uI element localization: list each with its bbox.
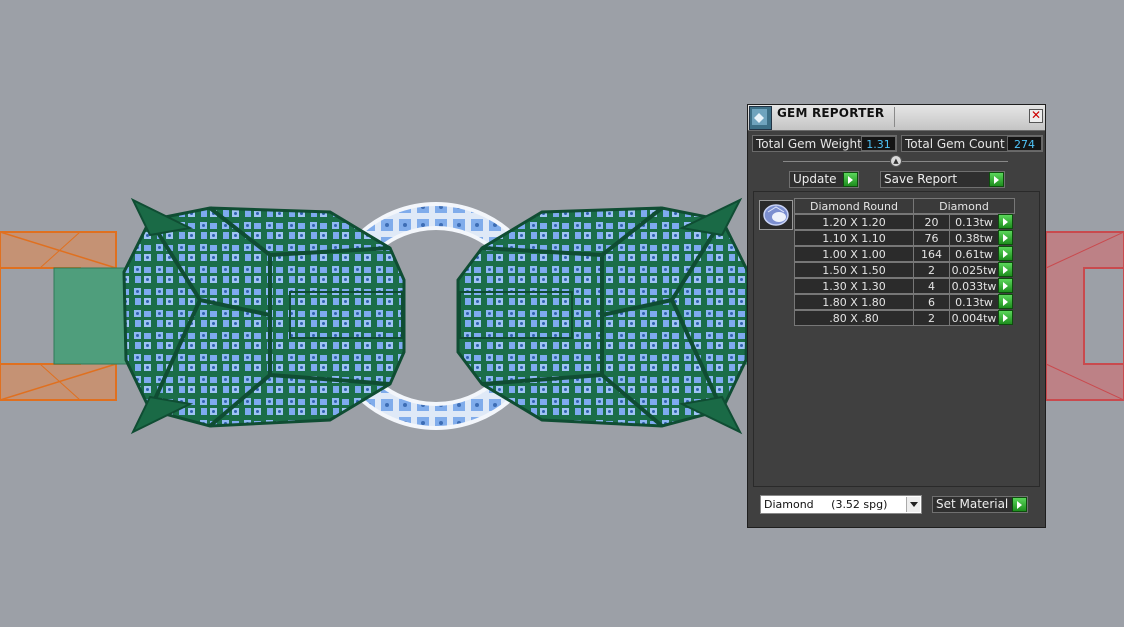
table-row[interactable]: 1.00 X 1.00 164 0.61tw [794, 246, 1015, 262]
green-play-icon [843, 172, 858, 187]
green-play-icon[interactable] [998, 230, 1013, 245]
gem-count-cell: 4 [913, 278, 950, 294]
total-weight-label: Total Gem Weight [756, 137, 862, 151]
table-row[interactable]: 1.80 X 1.80 6 0.13tw [794, 294, 1015, 310]
total-count-label: Total Gem Count [905, 137, 1005, 151]
gem-weight-cell: 0.38tw [949, 230, 999, 246]
title-divider [894, 107, 895, 127]
green-play-icon [989, 172, 1004, 187]
update-label: Update [793, 172, 837, 186]
green-play-icon [1012, 497, 1027, 512]
set-material-label: Set Material [936, 497, 1009, 511]
table-row[interactable]: 1.50 X 1.50 2 0.025tw [794, 262, 1015, 278]
green-play-icon[interactable] [998, 294, 1013, 309]
gem-weight-cell: 0.025tw [949, 262, 999, 278]
gem-count-cell: 20 [913, 214, 950, 230]
gem-weight-cell: 0.61tw [949, 246, 999, 262]
red-chain-link [1045, 231, 1124, 401]
table-row[interactable]: 1.20 X 1.20 20 0.13tw [794, 214, 1015, 230]
gem-size-cell: .80 X .80 [794, 310, 914, 326]
table-header: Diamond Round Diamond [794, 198, 1015, 214]
total-weight-value: 1.31 [861, 136, 896, 151]
green-play-icon[interactable] [998, 246, 1013, 261]
gem-size-cell: 1.00 X 1.00 [794, 246, 914, 262]
green-play-icon[interactable] [998, 214, 1013, 229]
gem-size-cell: 1.10 X 1.10 [794, 230, 914, 246]
gem-count-cell: 76 [913, 230, 950, 246]
gem-count-cell: 164 [913, 246, 950, 262]
gem-size-cell: 1.80 X 1.80 [794, 294, 914, 310]
gem-count-cell: 6 [913, 294, 950, 310]
green-play-icon[interactable] [998, 278, 1013, 293]
column-header-size: Diamond Round [794, 198, 914, 214]
set-material-button[interactable]: Set Material [932, 496, 1028, 513]
total-count-value: 274 [1007, 136, 1042, 151]
update-button[interactable]: Update [789, 171, 859, 188]
gem-weight-cell: 0.13tw [949, 214, 999, 230]
left-turtle-shell [122, 197, 406, 435]
gem-weight-cell: 0.033tw [949, 278, 999, 294]
gem-weight-cell: 0.004tw [949, 310, 999, 326]
gem-size-cell: 1.20 X 1.20 [794, 214, 914, 230]
round-diamond-icon[interactable] [759, 200, 793, 230]
gem-size-cell: 1.30 X 1.30 [794, 278, 914, 294]
material-selected-value: Diamond (3.52 spg) [764, 498, 888, 511]
title-bar[interactable]: GEM REPORTER ✕ [748, 105, 1045, 131]
right-turtle-shell [456, 197, 750, 435]
column-header-material: Diamond [913, 198, 1015, 214]
gem-report-area: Diamond Round Diamond 1.20 X 1.20 20 0.1… [753, 191, 1040, 487]
gem-weight-cell: 0.13tw [949, 294, 999, 310]
save-report-label: Save Report [884, 172, 958, 186]
table-row[interactable]: 1.10 X 1.10 76 0.38tw [794, 230, 1015, 246]
green-play-icon[interactable] [998, 262, 1013, 277]
gem-size-cell: 1.50 X 1.50 [794, 262, 914, 278]
table-row[interactable]: .80 X .80 2 0.004tw [794, 310, 1015, 326]
gem-reporter-icon [749, 106, 772, 130]
gem-count-cell: 2 [913, 310, 950, 326]
splitter-handle[interactable]: ▲ [890, 155, 902, 167]
close-button[interactable]: ✕ [1029, 109, 1043, 123]
window-title: GEM REPORTER [777, 106, 885, 120]
chevron-down-icon[interactable] [906, 497, 920, 512]
gem-count-cell: 2 [913, 262, 950, 278]
table-row[interactable]: 1.30 X 1.30 4 0.033tw [794, 278, 1015, 294]
save-report-button[interactable]: Save Report [880, 171, 1005, 188]
gem-reporter-panel: GEM REPORTER ✕ Total Gem Weight 1.31 Tot… [747, 104, 1046, 528]
material-dropdown[interactable]: Diamond (3.52 spg) [760, 495, 922, 514]
green-play-icon[interactable] [998, 310, 1013, 325]
